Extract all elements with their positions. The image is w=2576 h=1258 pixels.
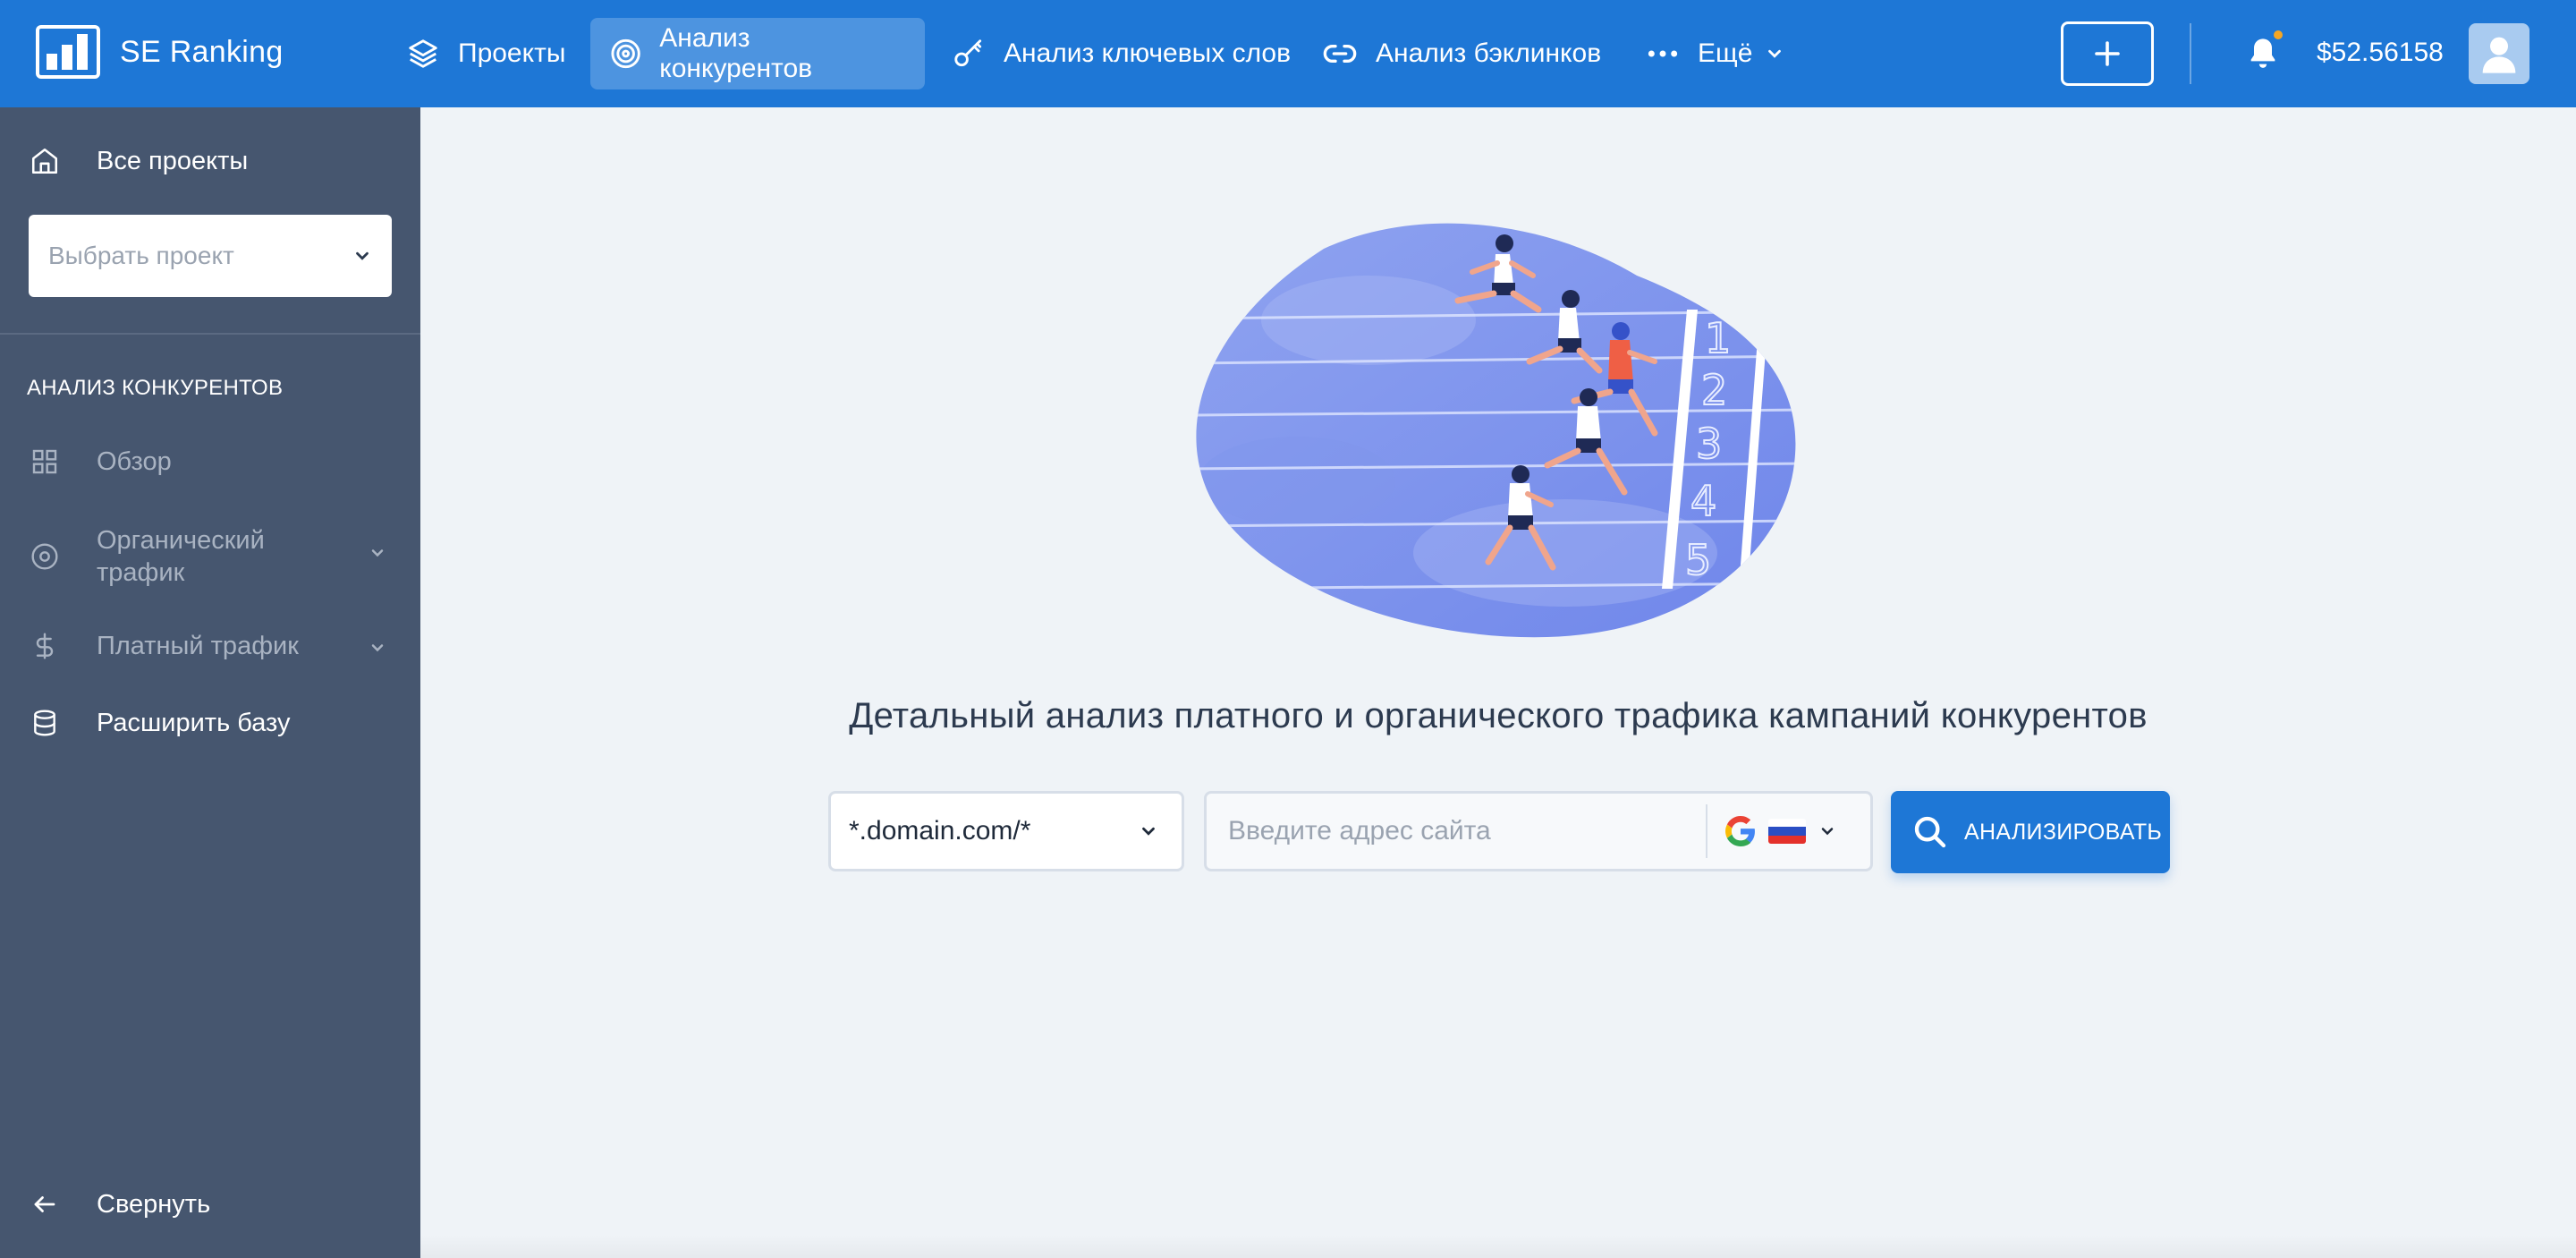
sidebar-divider	[0, 333, 420, 335]
chevron-down-icon	[356, 251, 369, 260]
app-name: SE Ranking	[120, 34, 284, 69]
analyze-button[interactable]: АНАЛИЗИРОВАТЬ	[1891, 791, 2170, 873]
more-dots-icon	[1648, 50, 1678, 57]
svg-text:4: 4	[1690, 477, 1716, 525]
layers-icon	[409, 39, 437, 68]
dollar-icon	[27, 628, 63, 664]
nav-projects-label: Проекты	[458, 38, 566, 68]
sidebar-item-paid-traffic[interactable]: Платный трафик	[27, 628, 299, 664]
chevron-down-icon	[1768, 49, 1782, 58]
chevron-down-icon	[1821, 828, 1834, 836]
page-bottom-edge	[420, 1235, 2576, 1258]
sidebar-collapse-label: Свернуть	[97, 1189, 211, 1219]
add-button[interactable]	[2061, 21, 2154, 86]
top-navigation-bar: SE Ranking Проекты Анализ конкурентов Ан…	[0, 0, 2576, 107]
app-logo[interactable]: SE Ranking	[36, 25, 284, 79]
notification-badge	[2272, 29, 2284, 41]
sidebar-item-overview[interactable]: Обзор	[27, 444, 172, 480]
user-icon	[2482, 37, 2516, 73]
site-url-input[interactable]	[1207, 794, 1706, 869]
target-icon	[611, 38, 640, 69]
domain-mode-value: *.domain.com/*	[849, 816, 1031, 846]
search-icon	[1914, 816, 1946, 848]
chevron-down-icon	[371, 549, 384, 557]
google-icon	[1725, 816, 1755, 846]
sidebar-all-projects[interactable]: Все проекты	[27, 143, 248, 179]
link-icon	[1323, 45, 1357, 64]
nav-projects[interactable]: Проекты	[386, 18, 585, 89]
sidebar-item-paid-traffic-label: Платный трафик	[97, 631, 299, 660]
nav-keyword-analysis[interactable]: Анализ ключевых слов	[932, 18, 1310, 89]
sidebar-all-projects-label: Все проекты	[97, 146, 249, 175]
key-icon	[954, 39, 982, 67]
nav-more-label: Ещё	[1698, 38, 1753, 68]
chevron-down-icon	[371, 644, 384, 652]
svg-text:1: 1	[1705, 314, 1731, 362]
plus-icon	[2095, 41, 2120, 66]
search-engine-region-select[interactable]	[1706, 804, 1870, 858]
circle-target-icon	[27, 539, 63, 574]
nav-keyword-analysis-label: Анализ ключевых слов	[1004, 38, 1292, 68]
sidebar-item-organic-traffic[interactable]: Органический трафик	[27, 524, 265, 589]
chevron-down-icon	[1142, 827, 1155, 836]
nav-competitor-analysis-label: Анализ конкурентов	[659, 23, 813, 83]
analyze-button-label: АНАЛИЗИРОВАТЬ	[1964, 819, 2163, 845]
svg-text:3: 3	[1696, 420, 1722, 468]
grid-icon	[27, 444, 63, 480]
nav-competitor-analysis[interactable]: Анализ конкурентов	[590, 18, 925, 89]
sidebar-section-title: АНАЛИЗ КОНКУРЕНТОВ	[27, 376, 284, 400]
sidebar: Все проекты Выбрать проект АНАЛИЗ КОНКУР…	[0, 107, 420, 1258]
svg-text:5: 5	[1685, 536, 1711, 584]
nav-backlink-analysis-label: Анализ бэклинков	[1376, 38, 1602, 68]
home-icon	[27, 143, 63, 179]
domain-mode-select[interactable]: *.domain.com/*	[828, 791, 1184, 871]
toolbar-divider	[2190, 23, 2191, 84]
user-avatar[interactable]	[2469, 23, 2529, 84]
sidebar-item-overview-label: Обзор	[97, 446, 172, 476]
arrow-left-icon	[27, 1186, 63, 1222]
nav-backlink-analysis[interactable]: Анализ бэклинков	[1302, 18, 1621, 89]
russia-flag-icon	[1768, 819, 1806, 844]
account-balance[interactable]: $52.56158	[2317, 38, 2444, 68]
project-select[interactable]: Выбрать проект	[29, 215, 392, 297]
svg-text:2: 2	[1701, 366, 1727, 414]
site-url-field	[1204, 791, 1873, 871]
logo-chart-icon	[36, 25, 100, 79]
sidebar-collapse-button[interactable]: Свернуть	[27, 1186, 210, 1222]
sidebar-item-organic-traffic-label: Органический трафик	[97, 526, 265, 587]
page-headline: Детальный анализ платного и органическог…	[849, 696, 2148, 735]
project-select-placeholder: Выбрать проект	[48, 242, 234, 269]
runners-illustration: 1 2 3 4 5	[1190, 213, 1807, 639]
nav-more[interactable]: Ещё	[1626, 18, 1804, 89]
